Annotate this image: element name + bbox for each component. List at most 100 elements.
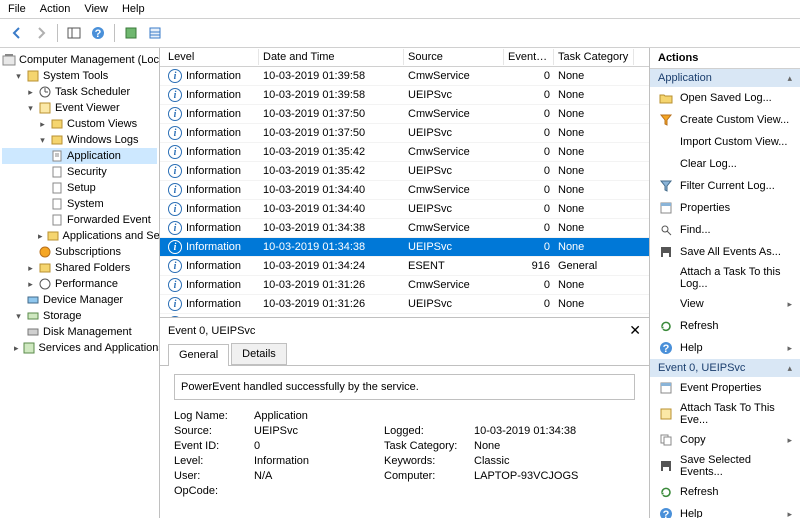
tree-setup[interactable]: Setup <box>2 180 157 196</box>
info-icon: i <box>168 221 182 235</box>
export-button[interactable] <box>120 22 142 44</box>
tree-performance[interactable]: ▸Performance <box>2 276 157 292</box>
blank-icon <box>658 134 674 150</box>
collapse-icon: ▴ <box>787 73 792 84</box>
info-icon: i <box>168 183 182 197</box>
events-list[interactable]: Level Date and Time Source Event ID Task… <box>160 48 649 318</box>
col-datetime[interactable]: Date and Time <box>259 49 404 65</box>
action-help[interactable]: ?Help▸ <box>650 337 800 359</box>
tree-custom-views[interactable]: ▸Custom Views <box>2 116 157 132</box>
event-row[interactable]: iInformation10-03-2019 01:34:38UEIPSvc0N… <box>160 238 649 257</box>
action-filter-log[interactable]: Filter Current Log... <box>650 175 800 197</box>
tree-application[interactable]: Application <box>2 148 157 164</box>
event-row[interactable]: iInformation10-03-2019 01:31:26CmwServic… <box>160 276 649 295</box>
toolbar: ? <box>0 19 800 48</box>
actions-pane: Actions Application▴ Open Saved Log... C… <box>650 48 800 518</box>
action-open-saved-log[interactable]: Open Saved Log... <box>650 87 800 109</box>
tab-details[interactable]: Details <box>231 343 287 365</box>
tree-forwarded[interactable]: Forwarded Event <box>2 212 157 228</box>
tree-subscriptions[interactable]: Subscriptions <box>2 244 157 260</box>
event-row[interactable]: iInformation10-03-2019 01:31:26UEIPSvc0N… <box>160 295 649 314</box>
event-properties-grid: Log Name:Application Source:UEIPSvcLogge… <box>174 410 635 497</box>
menu-view[interactable]: View <box>84 3 108 15</box>
event-row[interactable]: iInformation10-03-2019 01:34:40CmwServic… <box>160 181 649 200</box>
event-row[interactable]: iInformation10-03-2019 01:34:24ESENT916G… <box>160 257 649 276</box>
svg-text:?: ? <box>663 509 670 518</box>
action-view[interactable]: View▸ <box>650 293 800 315</box>
action-attach-task[interactable]: Attach a Task To this Log... <box>650 263 800 293</box>
event-row[interactable]: iInformation10-03-2019 01:37:50CmwServic… <box>160 105 649 124</box>
event-row[interactable]: iInformation10-03-2019 01:35:42CmwServic… <box>160 143 649 162</box>
action-save-all[interactable]: Save All Events As... <box>650 241 800 263</box>
tree-shared-folders[interactable]: ▸Shared Folders <box>2 260 157 276</box>
action-event-properties[interactable]: Event Properties <box>650 377 800 399</box>
action-create-custom-view[interactable]: Create Custom View... <box>650 109 800 131</box>
tree-security[interactable]: Security <box>2 164 157 180</box>
action-find[interactable]: Find... <box>650 219 800 241</box>
refresh-icon <box>658 318 674 334</box>
list-button[interactable] <box>144 22 166 44</box>
action-refresh[interactable]: Refresh <box>650 315 800 337</box>
info-icon: i <box>168 69 182 83</box>
tree-task-scheduler[interactable]: ▸Task Scheduler <box>2 84 157 100</box>
action-save-selected[interactable]: Save Selected Events... <box>650 451 800 481</box>
collapse-icon: ▴ <box>787 363 792 374</box>
event-row[interactable]: iInformation10-03-2019 01:37:50UEIPSvc0N… <box>160 124 649 143</box>
tree-apps-services[interactable]: ▸Applications and Ser <box>2 228 157 244</box>
tree-storage[interactable]: ▾Storage <box>2 308 157 324</box>
filter-icon <box>658 178 674 194</box>
action-copy[interactable]: Copy▸ <box>650 429 800 451</box>
action-import-custom-view[interactable]: Import Custom View... <box>650 131 800 153</box>
tree-system[interactable]: System <box>2 196 157 212</box>
help-icon: ? <box>658 340 674 356</box>
info-icon: i <box>168 107 182 121</box>
tab-general[interactable]: General <box>168 344 229 366</box>
event-row[interactable]: iInformation10-03-2019 01:39:58UEIPSvc0N… <box>160 86 649 105</box>
action-properties[interactable]: Properties <box>650 197 800 219</box>
svg-text:?: ? <box>663 343 670 355</box>
event-row[interactable]: iInformation10-03-2019 01:34:38CmwServic… <box>160 219 649 238</box>
action-attach-task-event[interactable]: Attach Task To This Eve... <box>650 399 800 429</box>
tree-windows-logs[interactable]: ▾Windows Logs <box>2 132 157 148</box>
tree-event-viewer[interactable]: ▾Event Viewer <box>2 100 157 116</box>
back-button[interactable] <box>6 22 28 44</box>
task-icon <box>658 406 674 422</box>
properties-icon <box>658 380 674 396</box>
submenu-icon: ▸ <box>787 299 792 310</box>
action-clear-log[interactable]: Clear Log... <box>650 153 800 175</box>
col-eventid[interactable]: Event ID <box>504 49 554 65</box>
tree-services-apps[interactable]: ▸Services and Applications <box>2 340 157 356</box>
info-icon: i <box>168 297 182 311</box>
col-taskcat[interactable]: Task Category <box>554 49 634 65</box>
col-level[interactable]: Level <box>164 49 259 65</box>
forward-button[interactable] <box>30 22 52 44</box>
col-source[interactable]: Source <box>404 49 504 65</box>
event-row[interactable]: iInformation10-03-2019 01:35:42UEIPSvc0N… <box>160 162 649 181</box>
submenu-icon: ▸ <box>787 435 792 446</box>
action-refresh2[interactable]: Refresh <box>650 481 800 503</box>
submenu-icon: ▸ <box>787 343 792 354</box>
info-icon: i <box>168 202 182 216</box>
event-row[interactable]: iInformation10-03-2019 01:34:40UEIPSvc0N… <box>160 200 649 219</box>
refresh-icon <box>658 484 674 500</box>
actions-section-event[interactable]: Event 0, UEIPSvc▴ <box>650 359 800 377</box>
action-help2[interactable]: ?Help▸ <box>650 503 800 518</box>
blank-icon <box>658 156 674 172</box>
menu-help[interactable]: Help <box>122 3 145 15</box>
actions-section-application[interactable]: Application▴ <box>650 69 800 87</box>
event-row[interactable]: iInformation10-03-2019 01:39:58CmwServic… <box>160 67 649 86</box>
info-icon: i <box>168 240 182 254</box>
info-icon: i <box>168 259 182 273</box>
menubar: File Action View Help <box>0 0 800 19</box>
help-button[interactable]: ? <box>87 22 109 44</box>
tree-system-tools[interactable]: ▾System Tools <box>2 68 157 84</box>
actions-title: Actions <box>650 48 800 69</box>
close-icon[interactable]: ✕ <box>629 322 641 339</box>
tree-device-manager[interactable]: Device Manager <box>2 292 157 308</box>
menu-file[interactable]: File <box>8 3 26 15</box>
tree-disk-management[interactable]: Disk Management <box>2 324 157 340</box>
tree-root[interactable]: Computer Management (Local) <box>2 52 157 68</box>
menu-action[interactable]: Action <box>40 3 71 15</box>
nav-tree[interactable]: Computer Management (Local) ▾System Tool… <box>0 48 160 518</box>
show-hide-button[interactable] <box>63 22 85 44</box>
